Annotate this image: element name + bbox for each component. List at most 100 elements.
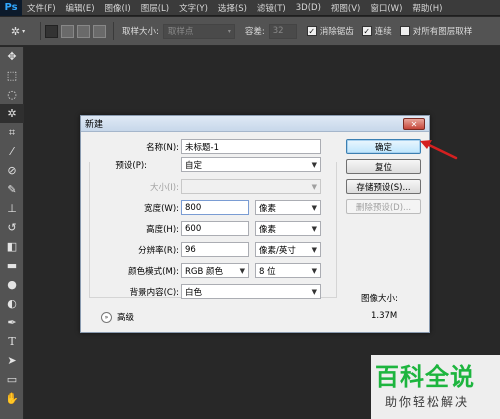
antialias-option[interactable]: ✓ 消除锯齿 [306,25,354,37]
chevron-down-icon: ▼ [311,245,317,254]
color-mode-select[interactable]: RGB 颜色 ▼ [181,263,249,278]
type-icon[interactable]: T [0,332,24,351]
tolerance-input[interactable]: 32 [268,23,297,39]
all-layers-checkbox[interactable] [399,26,410,36]
sample-size-select[interactable]: 取样点 ▾ [162,23,235,39]
dialog-title: 新建 [85,120,104,130]
crop-icon[interactable]: ⌗ [0,123,24,142]
pen-icon[interactable]: ✒ [0,313,24,332]
hand-icon[interactable]: ✋ [0,389,24,408]
watermark: 百科全说 助你轻松解决 [371,355,500,419]
menu-select[interactable]: 选择(S) [213,2,252,14]
name-input[interactable]: 未标题-1 [181,139,321,154]
menu-help[interactable]: 帮助(H) [407,2,447,14]
menu-type[interactable]: 文字(Y) [174,2,213,14]
chevron-down-icon: ▼ [311,224,317,233]
history-brush-icon[interactable]: ↺ [0,218,24,237]
save-preset-button[interactable]: 存储预设(S)... [346,179,421,194]
color-mode-value: RGB 颜色 [185,266,224,277]
move-icon[interactable]: ✥ [0,47,24,66]
close-icon: ✕ [410,119,418,129]
height-unit-value: 像素 [259,224,277,235]
subtract-from-selection-button[interactable] [77,24,90,38]
ok-button[interactable]: 确定 [346,139,421,154]
chevron-down-icon: ▼ [311,160,317,169]
bit-depth-select[interactable]: 8 位 ▼ [255,263,321,278]
marquee-icon[interactable]: ⬚ [0,66,24,85]
annotation-arrow-icon [420,140,458,160]
advanced-toggle[interactable]: » 高级 [101,311,134,323]
bit-depth-value: 8 位 [259,266,276,277]
antialias-checkbox[interactable]: ✓ [306,26,317,36]
background-label: 背景内容(C): [129,287,179,298]
all-layers-label: 对所有图层取样 [412,27,473,37]
new-document-dialog: 新建 ✕ 名称(N): 未标题-1 预设(P): 自定 ▼ 大小(I): ▼ 宽… [80,115,430,333]
add-to-selection-button[interactable] [61,24,74,38]
watermark-title: 百科全说 [375,363,475,391]
menu-3d[interactable]: 3D(D) [291,3,326,13]
background-select[interactable]: 白色 ▼ [181,284,321,299]
menu-file[interactable]: 文件(F) [22,2,61,14]
sample-size-label: 取样大小: [122,27,159,37]
contiguous-option[interactable]: ✓ 连续 [361,25,392,37]
dodge-icon[interactable]: ◐ [0,294,24,313]
intersect-selection-button[interactable] [93,24,106,38]
reset-button[interactable]: 复位 [346,159,421,174]
chevron-down-icon: ▼ [239,266,245,275]
resolution-unit-value: 像素/英寸 [259,245,296,256]
options-bar: ✲ ▾ 取样大小: 取样点 ▾ 容差: 32 ✓ 消除锯齿 ✓ 连续 对所有图层取… [0,17,500,46]
delete-preset-button: 删除预设(D)... [346,199,421,214]
chevron-down-icon: ▼ [311,182,317,191]
brush-icon[interactable]: ✎ [0,180,24,199]
lasso-icon[interactable]: ◌ [0,85,24,104]
contiguous-checkbox[interactable]: ✓ [361,26,372,36]
width-input[interactable]: 800 [181,200,249,215]
chevron-down-icon: ▼ [311,266,317,275]
chevron-down-icon: ▼ [311,287,317,296]
menu-filter[interactable]: 滤镜(T) [252,2,291,14]
height-unit-select[interactable]: 像素 ▼ [255,221,321,236]
path-selection-icon[interactable]: ➤ [0,351,24,370]
height-input[interactable]: 600 [181,221,249,236]
resolution-label: 分辨率(R): [138,245,179,256]
menu-image[interactable]: 图像(I) [100,2,136,14]
height-label: 高度(H): [146,224,179,235]
preset-select[interactable]: 自定 ▼ [181,157,321,172]
magic-wand-icon[interactable]: ✲ [0,104,24,123]
gradient-icon[interactable]: ▬ [0,256,24,275]
resolution-unit-select[interactable]: 像素/英寸 ▼ [255,242,321,257]
chevron-down-icon: ▼ [311,203,317,212]
width-unit-select[interactable]: 像素 ▼ [255,200,321,215]
photoshop-logo: Ps [0,0,22,16]
menu-edit[interactable]: 编辑(E) [61,2,100,14]
close-button[interactable]: ✕ [403,118,425,130]
menu-view[interactable]: 视图(V) [326,2,365,14]
tools-panel: ✥ ⬚ ◌ ✲ ⌗ ⁄ ⊘ ✎ ⊥ ↺ ◧ ▬ ● ◐ ✒ T ➤ ▭ ✋ [0,47,24,419]
preset-value: 自定 [185,160,203,171]
divider [113,22,114,40]
blur-icon[interactable]: ● [0,275,24,294]
new-selection-button[interactable] [45,24,58,38]
shape-icon[interactable]: ▭ [0,370,24,389]
contiguous-label: 连续 [374,27,392,37]
watermark-subtitle: 助你轻松解决 [385,395,470,409]
name-label: 名称(N): [146,142,179,153]
eraser-icon[interactable]: ◧ [0,237,24,256]
eyedropper-icon[interactable]: ⁄ [0,142,24,161]
menu-layer[interactable]: 图层(L) [136,2,174,14]
tolerance-label: 容差: [244,27,265,37]
tool-preset-picker[interactable]: ✲ ▾ [0,20,36,42]
sample-size-value: 取样点 [167,27,194,37]
preset-label: 预设(P): [95,158,147,171]
advanced-label: 高级 [117,313,135,323]
chevron-down-icon: ▾ [227,27,231,35]
clone-stamp-icon[interactable]: ⊥ [0,199,24,218]
chevron-down-icon: ▾ [22,27,26,35]
all-layers-option[interactable]: 对所有图层取样 [399,25,473,37]
healing-brush-icon[interactable]: ⊘ [0,161,24,180]
menu-window[interactable]: 窗口(W) [365,2,407,14]
dialog-title-bar[interactable]: 新建 [81,116,429,132]
antialias-label: 消除锯齿 [319,27,354,37]
resolution-input[interactable]: 96 [181,242,249,257]
expand-chevron-icon: » [101,311,112,323]
